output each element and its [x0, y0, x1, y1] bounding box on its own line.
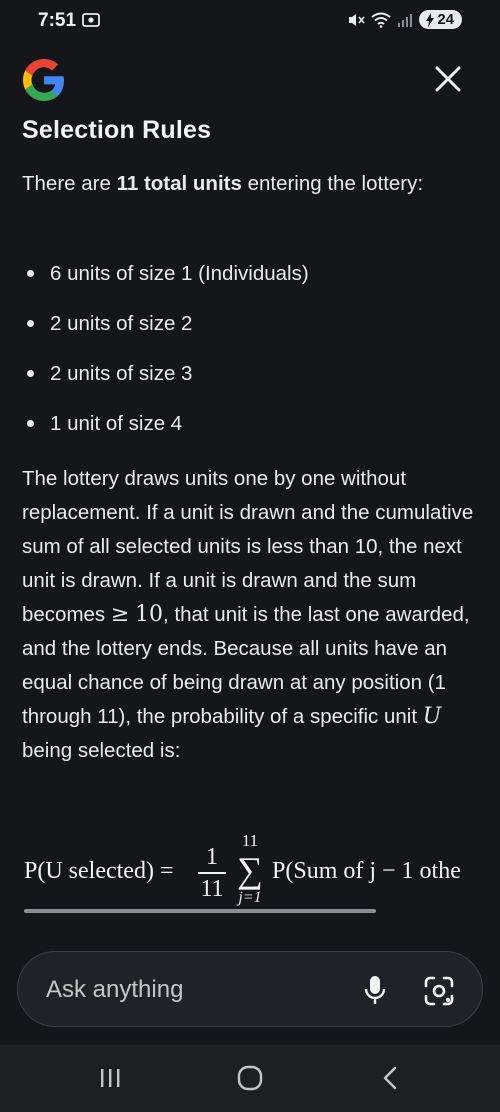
- screen-record-icon: [82, 13, 100, 27]
- microphone-icon[interactable]: [360, 974, 390, 1006]
- list-item-text: 2 units of size 3: [50, 362, 193, 385]
- signal-icon: [398, 13, 413, 27]
- ten-value: 10: [135, 602, 164, 627]
- status-time: 7:51: [38, 10, 77, 31]
- back-button[interactable]: [370, 1063, 410, 1093]
- list-item: 2 units of size 2: [22, 307, 482, 357]
- list-item: 1 unit of size 4: [22, 407, 482, 457]
- fraction-denominator: 11: [200, 875, 224, 902]
- bullet-dot: [27, 320, 34, 327]
- rules-paragraph: The lottery draws units one by one witho…: [22, 462, 482, 768]
- camera-lens-icon[interactable]: [422, 974, 456, 1008]
- list-item-text: 2 units of size 2: [50, 312, 193, 335]
- battery-indicator: 24: [419, 10, 462, 29]
- intro-bold: 11 total units: [116, 172, 242, 195]
- intro-paragraph: There are 11 total units entering the lo…: [22, 167, 482, 201]
- close-icon[interactable]: [432, 63, 464, 95]
- para-text-3: being selected is:: [22, 739, 181, 762]
- formula-scrollbar[interactable]: [24, 909, 376, 913]
- section-heading: Selection Rules: [22, 116, 212, 144]
- wifi-icon: [371, 12, 391, 28]
- status-bar: 7:51 24: [0, 0, 500, 44]
- sum-upper-limit: 11: [241, 831, 259, 850]
- ask-bar: [17, 951, 483, 1027]
- battery-level: 24: [437, 11, 454, 28]
- answer-content: Selection Rules There are 11 total units…: [22, 112, 482, 912]
- ask-input[interactable]: [44, 972, 348, 1008]
- recents-icon: [101, 1069, 120, 1087]
- sum-lower-limit: j=1: [238, 889, 262, 906]
- system-nav-bar: [0, 1045, 500, 1112]
- back-icon: [383, 1066, 397, 1090]
- formula-lhs: P(U selected) =: [24, 858, 174, 884]
- recents-button[interactable]: [90, 1063, 130, 1093]
- charging-bolt-icon: [426, 12, 435, 27]
- bullet-dot: [27, 370, 34, 377]
- summation: 11 ∑ j=1: [230, 830, 270, 908]
- home-icon: [237, 1065, 263, 1091]
- bullet-dot: [27, 420, 34, 427]
- sigma-symbol: ∑: [237, 850, 263, 890]
- home-button[interactable]: [230, 1063, 270, 1093]
- bullet-dot: [27, 270, 34, 277]
- unit-variable: U: [422, 704, 442, 729]
- google-g-logo: [23, 59, 64, 101]
- formula-fraction: 1 11: [198, 844, 226, 902]
- list-item: 6 units of size 1 (Individuals): [22, 257, 482, 307]
- intro-suffix: entering the lottery:: [241, 172, 424, 195]
- list-item-text: 6 units of size 1 (Individuals): [50, 262, 309, 285]
- list-item: 2 units of size 3: [22, 357, 482, 407]
- ge-symbol: ≥: [110, 602, 130, 627]
- fraction-numerator: 1: [206, 844, 218, 870]
- list-item-text: 1 unit of size 4: [50, 412, 183, 435]
- units-list: 6 units of size 1 (Individuals) 2 units …: [22, 257, 482, 457]
- fraction-bar: [198, 872, 226, 874]
- mute-icon: [349, 13, 365, 26]
- status-icons: 24: [347, 10, 462, 29]
- formula-rhs: P(Sum of j − 1 othe: [272, 858, 461, 884]
- probability-formula[interactable]: P(U selected) = 1 11 11 ∑ j=1 P(Sum of j…: [24, 830, 480, 910]
- intro-prefix: There are: [22, 172, 117, 195]
